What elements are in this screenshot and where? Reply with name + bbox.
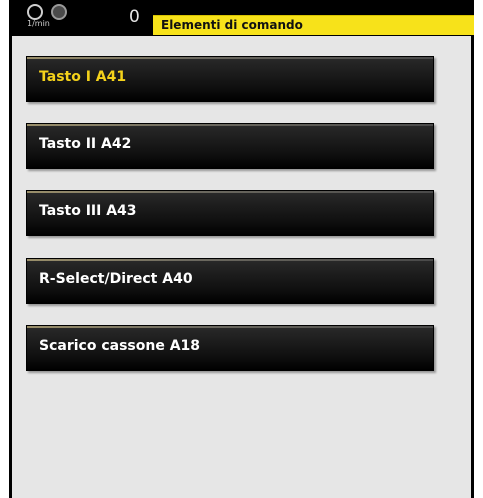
menu-button-label: Tasto I A41 [39, 69, 127, 85]
rpm-gauge-icon [27, 4, 67, 20]
screen-frame: 1/min 0 Elementi di comando Tasto I A41 … [9, 0, 474, 498]
page-title-bar: Elementi di comando [153, 15, 474, 35]
menu-button-r-select-direct[interactable]: R-Select/Direct A40 [26, 258, 434, 304]
menu-button-label: R-Select/Direct A40 [39, 271, 193, 287]
menu-button-scarico-cassone[interactable]: Scarico cassone A18 [26, 325, 434, 371]
menu-button-tasto-3[interactable]: Tasto III A43 [26, 190, 434, 236]
status-bar: 1/min 0 Elementi di comando [9, 0, 474, 35]
rpm-value: 0 [129, 7, 140, 27]
menu-button-tasto-1[interactable]: Tasto I A41 [26, 56, 434, 102]
rpm-indicator: 1/min [25, 2, 85, 32]
menu-button-label: Scarico cassone A18 [39, 338, 201, 354]
page-title: Elementi di comando [161, 18, 303, 32]
main-panel: Tasto I A41 Tasto II A42 Tasto III A43 R… [12, 36, 471, 498]
menu-button-label: Tasto III A43 [39, 203, 137, 219]
menu-button-label: Tasto II A42 [39, 136, 132, 152]
menu-button-tasto-2[interactable]: Tasto II A42 [26, 123, 434, 169]
rpm-unit: 1/min [27, 19, 50, 28]
